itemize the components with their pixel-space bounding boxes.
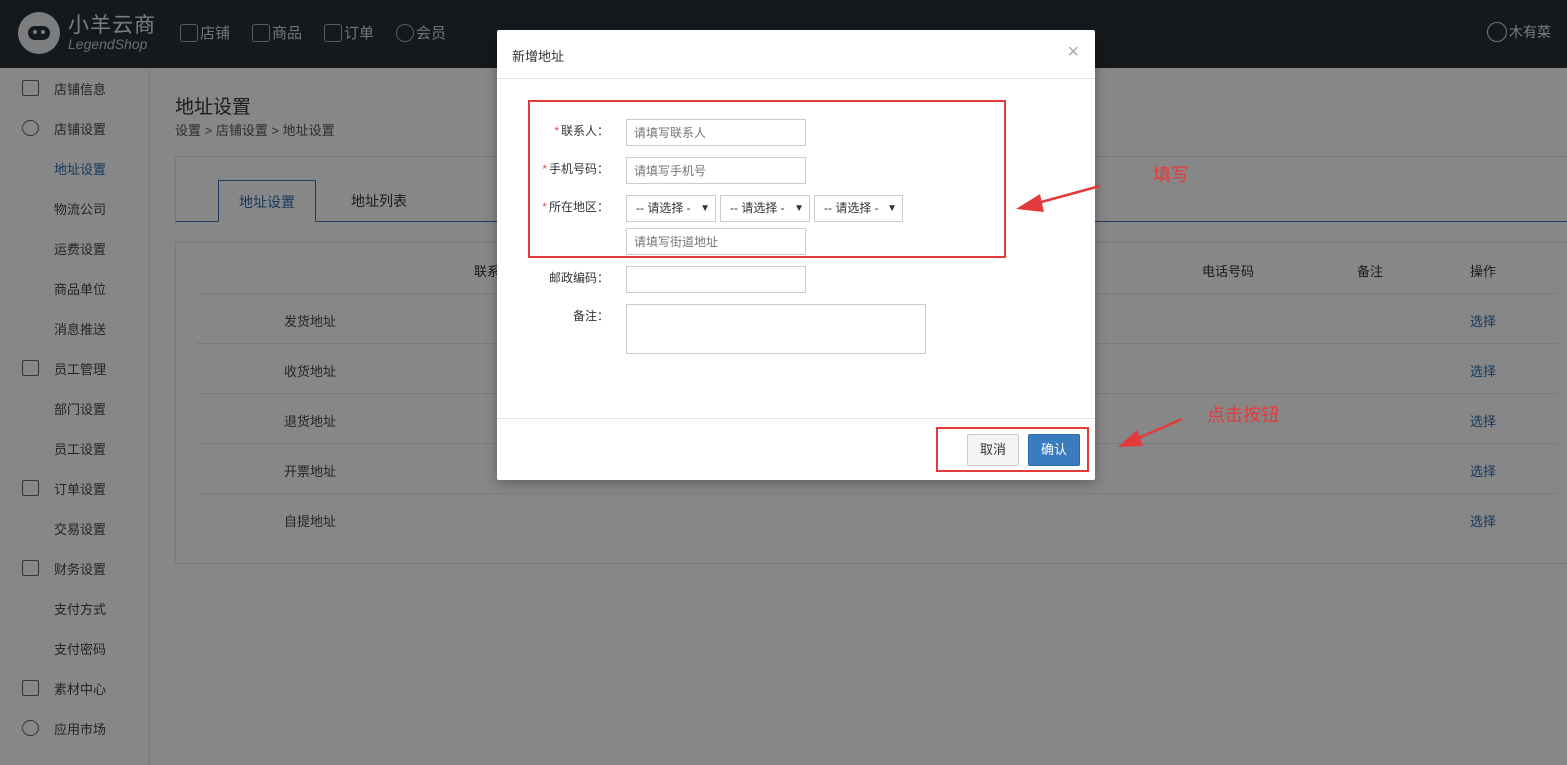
arrow-line-fill <box>1033 184 1101 206</box>
arrow-head-fill <box>1016 194 1044 212</box>
annotation-arrows <box>1016 184 1183 447</box>
arrow-head-click <box>1118 430 1143 447</box>
arrow-line-click <box>1133 417 1183 442</box>
